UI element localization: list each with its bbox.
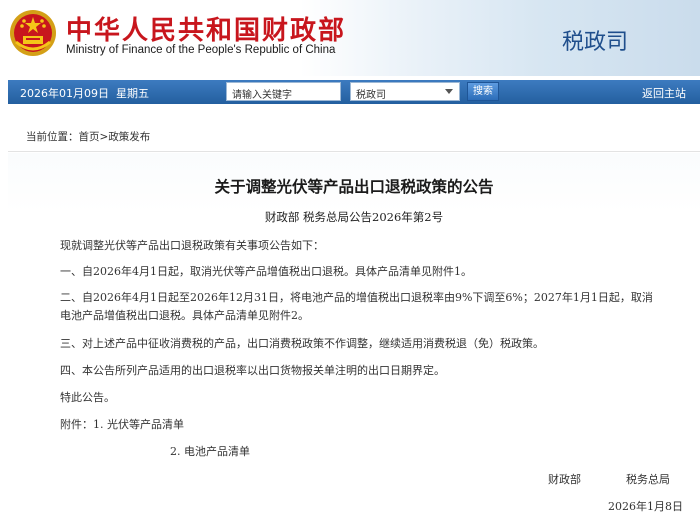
department-select-value: 税政司 [356,90,386,101]
search-input[interactable]: 请输入关键字 [226,82,341,101]
breadcrumb-home-link[interactable]: 首页 [79,131,100,143]
department-select[interactable]: 税政司 [350,82,460,101]
article-paragraph-2: 二、自2026年4月1日起至2026年12月31日，将电池产品的增值税出口退税率… [60,291,653,322]
signer-ministry-of-finance: 财政部 [548,473,581,486]
search-button[interactable]: 搜索 [467,82,499,101]
site-title-en: Ministry of Finance of the People's Repu… [66,44,336,56]
breadcrumb-prefix: 当前位置： [26,131,79,143]
document-number: 财政部 税务总局公告2026年第2号 [264,210,444,224]
top-nav-bar: 2026年01月09日 星期五 请输入关键字 税政司 搜索 返回主站 [8,80,700,104]
attachment-1-link[interactable]: 附件：1. 光伏等产品清单 [60,416,660,434]
article-paragraph-3: 三、对上述产品中征收消费税的产品，出口消费税政策不作调整，继续适用消费税退（免）… [60,337,544,350]
breadcrumb-area: 当前位置：首页>政策发布 [8,118,700,152]
article-paragraph-intro: 现就调整光伏等产品出口退税政策有关事项公告如下： [60,239,324,252]
breadcrumb-section-link[interactable]: 政策发布 [108,131,150,143]
chevron-down-icon [445,89,453,94]
article-panel: 关于调整光伏等产品出口退税政策的公告 财政部 税务总局公告2026年第2号 现就… [8,153,700,521]
article-title: 关于调整光伏等产品出口退税政策的公告 [214,178,494,196]
site-title-cn[interactable]: 中华人民共和国财政部 [66,10,346,47]
publish-date: 2026年1月8日 [608,500,683,513]
breadcrumb: 当前位置：首页>政策发布 [26,129,150,144]
date-text: 2026年01月09日 [20,87,109,100]
article-paragraph-4: 四、本公告所列产品适用的出口退税率以出口货物报关单注明的出口日期界定。 [60,364,445,377]
weekday-text: 星期五 [116,87,149,100]
header-background [300,0,700,76]
signer-tax-administration: 税务总局 [626,473,670,486]
attachment-2-link[interactable]: 2. 电池产品清单 [170,443,250,459]
national-emblem-icon[interactable] [8,8,58,58]
article-closing: 特此公告。 [60,391,115,404]
article-paragraph-1: 一、自2026年4月1日起，取消光伏等产品增值税出口退税。具体产品清单见附件1。 [60,265,472,278]
breadcrumb-separator: > [99,131,109,143]
site-header: 中华人民共和国财政部 Ministry of Finance of the Pe… [0,0,700,76]
department-name: 税政司 [562,30,629,55]
current-date: 2026年01月09日 星期五 [20,85,149,101]
return-home-link[interactable]: 返回主站 [642,85,686,101]
